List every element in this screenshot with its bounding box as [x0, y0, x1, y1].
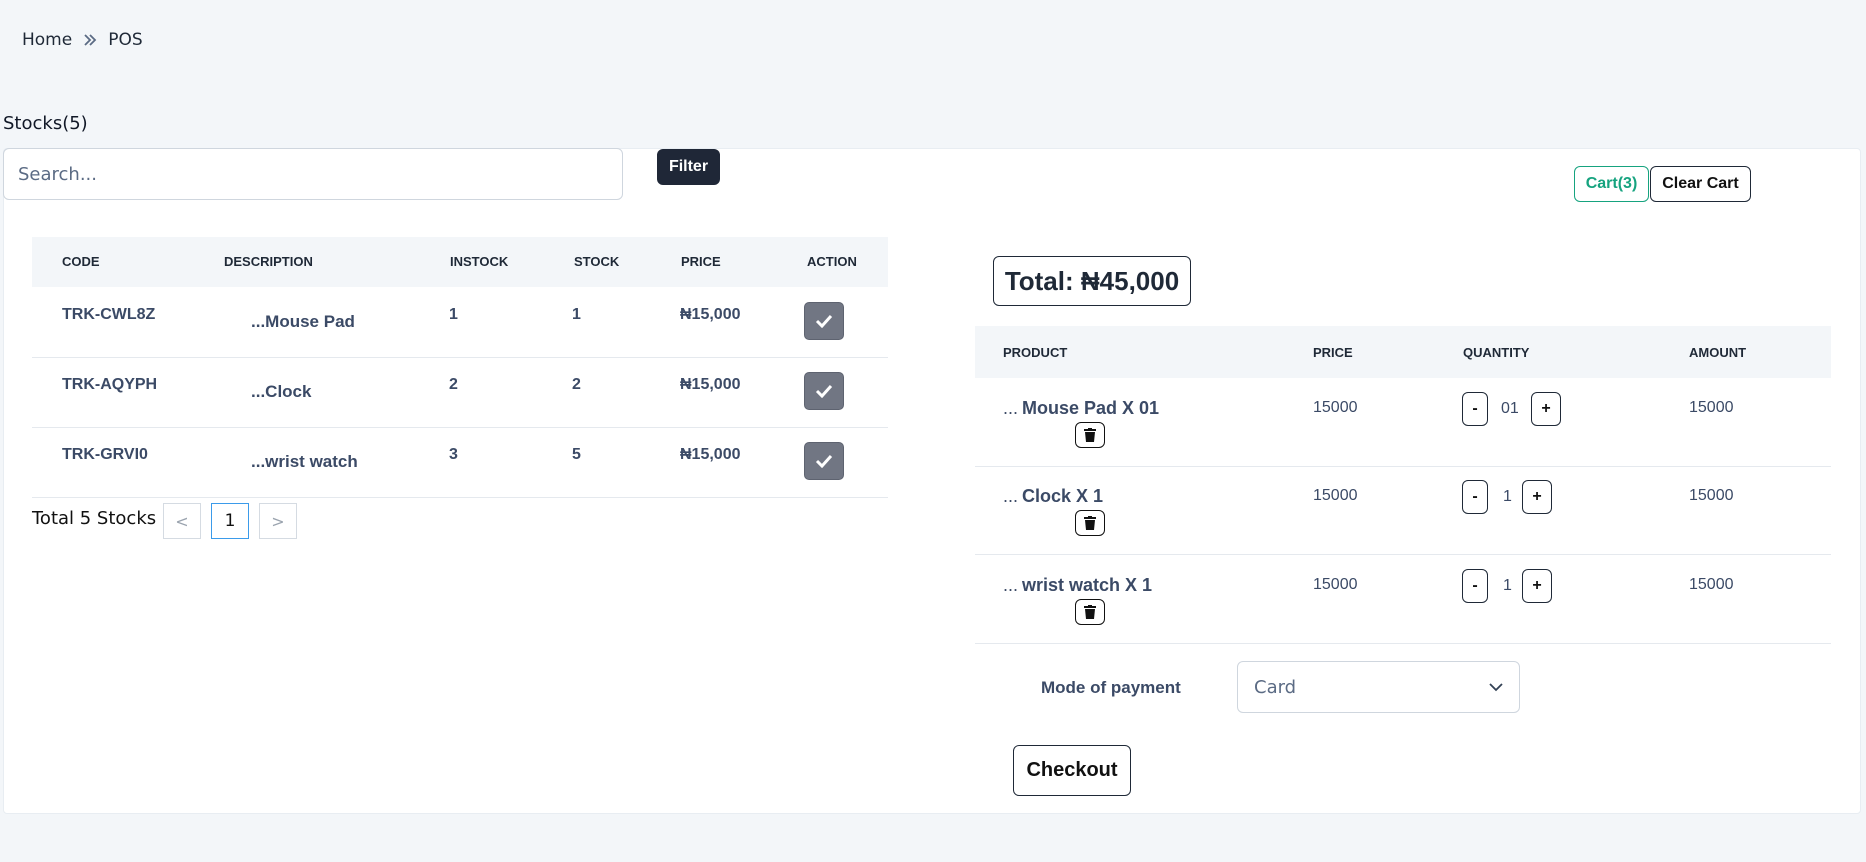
column-header-price: PRICE: [681, 254, 721, 269]
column-header-stock: STOCK: [574, 254, 620, 269]
product-ellipsis: ...: [1003, 398, 1019, 418]
remove-item-button[interactable]: [1075, 510, 1105, 536]
pager-page-button[interactable]: 1: [211, 503, 249, 539]
decrease-quantity-button[interactable]: -: [1462, 569, 1488, 603]
table-row: TRK-CWL8Z ...Mouse Pad 1 1 ₦15,000: [32, 287, 888, 358]
stocks-table: CODE DESCRIPTION INSTOCK STOCK PRICE ACT…: [32, 237, 888, 287]
mode-of-payment-label: Mode of payment: [1041, 678, 1181, 697]
stocks-total-text: Total 5 Stocks: [32, 508, 157, 529]
stock-stock: 5: [572, 446, 581, 463]
pager-prev-button[interactable]: <: [163, 503, 201, 539]
item-price: 15000: [1313, 487, 1358, 504]
search-input[interactable]: [3, 148, 623, 200]
stock-stock: 2: [572, 376, 581, 393]
column-header-price: PRICE: [1313, 345, 1353, 360]
chevron-down-icon: [1489, 682, 1503, 692]
stock-code: TRK-CWL8Z: [62, 306, 156, 323]
check-icon: [815, 384, 833, 398]
product-ellipsis: ...: [1003, 575, 1019, 595]
stock-code: TRK-AQYPH: [62, 376, 158, 393]
stock-price: ₦15,000: [680, 306, 741, 323]
cart-item: ... Mouse Pad X 01 15000 - 01 + 15000: [975, 378, 1831, 467]
remove-item-button[interactable]: [1075, 599, 1105, 625]
column-header-description: DESCRIPTION: [224, 254, 313, 269]
item-price: 15000: [1313, 576, 1358, 593]
remove-item-button[interactable]: [1075, 422, 1105, 448]
check-icon: [815, 314, 833, 328]
add-to-cart-button[interactable]: [804, 442, 844, 480]
add-to-cart-button[interactable]: [804, 372, 844, 410]
cart-item: ... Clock X 1 15000 - 1 + 15000: [975, 466, 1831, 555]
add-to-cart-button[interactable]: [804, 302, 844, 340]
column-header-quantity: QUANTITY: [1463, 345, 1530, 360]
breadcrumb-current: POS: [108, 30, 143, 50]
stock-code: TRK-GRVI0: [62, 446, 148, 463]
cart-button[interactable]: Cart(3): [1574, 166, 1649, 202]
table-row: TRK-AQYPH ...Clock 2 2 ₦15,000: [32, 357, 888, 428]
double-chevron-right-icon: [82, 32, 98, 48]
mode-of-payment-value: Card: [1254, 676, 1297, 698]
mode-of-payment-select[interactable]: Card: [1237, 661, 1520, 713]
product-name: Clock X 1: [1022, 486, 1104, 506]
trash-icon: [1084, 605, 1096, 619]
decrease-quantity-button[interactable]: -: [1462, 480, 1488, 514]
increase-quantity-button[interactable]: +: [1522, 569, 1552, 603]
quantity-value: 1: [1503, 488, 1512, 505]
filter-button[interactable]: Filter: [657, 149, 720, 185]
product-name: Mouse Pad X 01: [1022, 398, 1160, 418]
stock-price: ₦15,000: [680, 446, 741, 463]
column-header-instock: INSTOCK: [450, 254, 509, 269]
stock-description: ...Mouse Pad: [251, 312, 355, 331]
cart-total: Total: ₦45,000: [993, 256, 1191, 306]
clear-cart-button[interactable]: Clear Cart: [1650, 166, 1751, 202]
column-header-amount: AMOUNT: [1689, 345, 1747, 360]
breadcrumb-home[interactable]: Home: [22, 30, 72, 50]
stock-instock: 1: [449, 306, 458, 323]
column-header-action: ACTION: [807, 254, 857, 269]
stock-instock: 3: [449, 446, 458, 463]
pager-next-button[interactable]: >: [259, 503, 297, 539]
breadcrumb: Home POS: [22, 30, 143, 50]
decrease-quantity-button[interactable]: -: [1462, 392, 1488, 426]
stock-stock: 1: [572, 306, 581, 323]
stock-description: ...Clock: [251, 382, 312, 401]
trash-icon: [1084, 516, 1096, 530]
stock-instock: 2: [449, 376, 458, 393]
item-amount: 15000: [1689, 487, 1734, 504]
cart-item: ... wrist watch X 1 15000 - 1 + 15000: [975, 555, 1831, 644]
column-header-code: CODE: [62, 254, 100, 269]
quantity-value: 01: [1501, 400, 1519, 417]
stocks-title: Stocks(5): [3, 113, 88, 134]
checkout-button[interactable]: Checkout: [1013, 745, 1131, 796]
stocks-table-header: CODE DESCRIPTION INSTOCK STOCK PRICE ACT…: [32, 237, 888, 287]
product-name: wrist watch X 1: [1022, 575, 1153, 595]
increase-quantity-button[interactable]: +: [1531, 392, 1561, 426]
stock-price: ₦15,000: [680, 376, 741, 393]
product-ellipsis: ...: [1003, 486, 1019, 506]
quantity-value: 1: [1503, 577, 1512, 594]
item-price: 15000: [1313, 399, 1358, 416]
cart-table-header: PRODUCT PRICE QUANTITY AMOUNT: [975, 326, 1831, 378]
column-header-product: PRODUCT: [1003, 345, 1068, 360]
stock-description: ...wrist watch: [251, 452, 358, 471]
increase-quantity-button[interactable]: +: [1522, 480, 1552, 514]
table-row: TRK-GRVI0 ...wrist watch 3 5 ₦15,000: [32, 427, 888, 498]
item-amount: 15000: [1689, 576, 1734, 593]
trash-icon: [1084, 428, 1096, 442]
item-amount: 15000: [1689, 399, 1734, 416]
check-icon: [815, 454, 833, 468]
